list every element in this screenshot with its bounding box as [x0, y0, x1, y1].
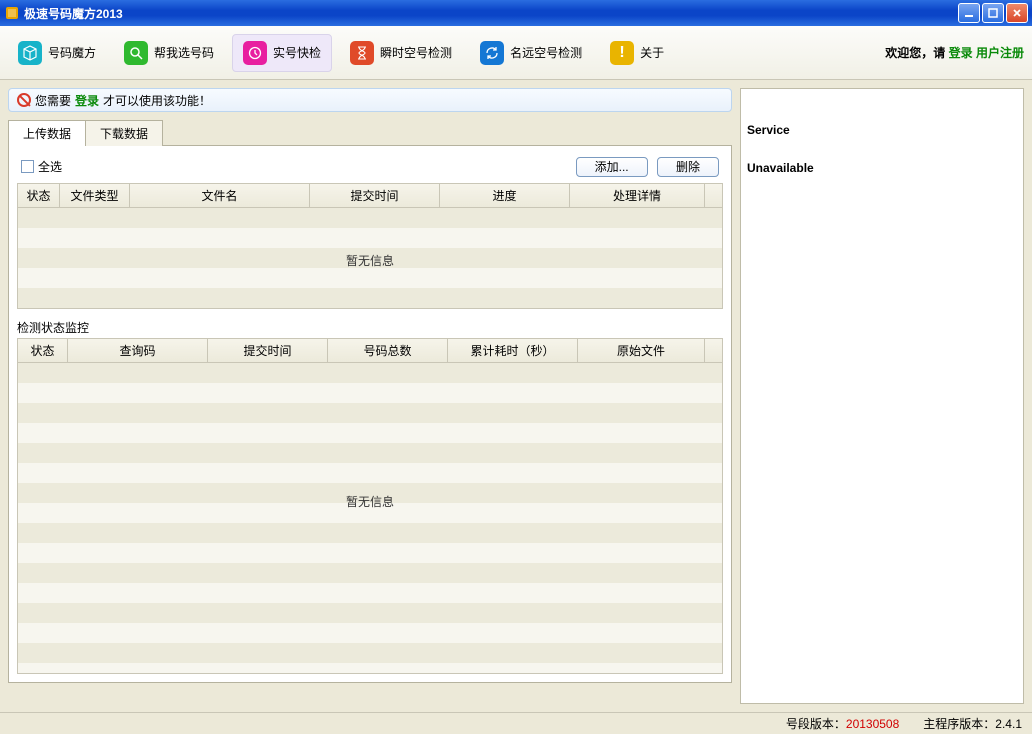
monitor-empty-message: 暂无信息: [18, 493, 722, 510]
col-progress[interactable]: 进度: [440, 184, 570, 207]
tool-label: 名远空号检测: [510, 44, 582, 61]
welcome-prefix: 欢迎您，请: [885, 46, 948, 60]
add-button[interactable]: 添加...: [576, 157, 648, 177]
tool-label: 帮我选号码: [154, 44, 214, 61]
tool-help-select[interactable]: 帮我选号码: [114, 34, 224, 72]
monitor-grid: 状态 查询码 提交时间 号码总数 累计耗时（秒） 原始文件 暂无信息: [17, 338, 723, 674]
register-link[interactable]: 用户注册: [976, 46, 1024, 60]
forbidden-icon: [17, 93, 31, 107]
info-icon: !: [610, 41, 634, 65]
main-toolbar: 号码魔方 帮我选号码 实号快检 瞬时空号检测 名远空号检测 ! 关于 欢迎您，请…: [0, 26, 1032, 80]
tab-download[interactable]: 下载数据: [85, 120, 163, 146]
notice-suffix: 才可以使用该功能！: [103, 92, 211, 109]
mcol-submit-time[interactable]: 提交时间: [208, 339, 328, 362]
app-icon: [4, 5, 20, 21]
side-panel: Service Unavailable: [740, 88, 1024, 704]
upload-grid: 状态 文件类型 文件名 提交时间 进度 处理详情 暂无信息: [17, 183, 723, 309]
upload-grid-body[interactable]: 暂无信息: [18, 208, 722, 308]
title-bar: 极速号码魔方2013: [0, 0, 1032, 26]
service-unavailable-heading: Service Unavailable: [747, 107, 1017, 183]
col-detail[interactable]: 处理详情: [570, 184, 705, 207]
close-button[interactable]: [1006, 3, 1028, 23]
col-filename[interactable]: 文件名: [130, 184, 310, 207]
mcol-source[interactable]: 原始文件: [578, 339, 705, 362]
tab-upload[interactable]: 上传数据: [8, 120, 86, 146]
delete-button[interactable]: 删除: [657, 157, 719, 177]
service-line2: Unavailable: [747, 161, 814, 175]
upload-empty-message: 暂无信息: [18, 252, 722, 269]
window-title: 极速号码魔方2013: [24, 5, 123, 22]
maximize-button[interactable]: [982, 3, 1004, 23]
tool-quick-check[interactable]: 实号快检: [232, 34, 332, 72]
app-version-value: 2.4.1: [995, 717, 1022, 731]
select-all-label: 全选: [38, 158, 62, 175]
monitor-grid-body[interactable]: 暂无信息: [18, 363, 722, 673]
window-controls: [958, 3, 1028, 23]
mcol-status[interactable]: 状态: [18, 339, 68, 362]
segment-version-value: 20130508: [846, 717, 899, 731]
notice-prefix: 您需要: [35, 92, 71, 109]
col-status[interactable]: 状态: [18, 184, 60, 207]
service-line1: Service: [747, 123, 790, 137]
mcol-query-code[interactable]: 查询码: [68, 339, 208, 362]
tool-number-cube[interactable]: 号码魔方: [8, 34, 106, 72]
login-link[interactable]: 登录: [949, 46, 973, 60]
col-submit-time[interactable]: 提交时间: [310, 184, 440, 207]
segment-version: 号段版本：20130508: [786, 715, 899, 732]
magnifier-icon: [124, 41, 148, 65]
app-version: 主程序版本：2.4.1: [923, 715, 1022, 732]
mcol-total[interactable]: 号码总数: [328, 339, 448, 362]
checkbox-box-icon: [21, 160, 34, 173]
cube-icon: [18, 41, 42, 65]
clock-icon: [243, 41, 267, 65]
tool-label: 瞬时空号检测: [380, 44, 452, 61]
minimize-button[interactable]: [958, 3, 980, 23]
tool-label: 实号快检: [273, 44, 321, 61]
login-notice: 您需要 登录 才可以使用该功能！: [8, 88, 732, 112]
col-filetype[interactable]: 文件类型: [60, 184, 130, 207]
app-version-label: 主程序版本：: [923, 717, 995, 731]
tool-about[interactable]: ! 关于: [600, 34, 674, 72]
tool-instant-empty-check[interactable]: 瞬时空号检测: [340, 34, 462, 72]
tool-label: 关于: [640, 44, 664, 61]
hourglass-icon: [350, 41, 374, 65]
welcome-text: 欢迎您，请 登录 用户注册: [885, 44, 1024, 61]
tool-label: 号码魔方: [48, 44, 96, 61]
monitor-title: 检测状态监控: [17, 319, 723, 336]
tool-remote-empty-check[interactable]: 名远空号检测: [470, 34, 592, 72]
upload-panel: 全选 添加... 删除 状态 文件类型 文件名 提交时间 进度 处理详情: [8, 145, 732, 683]
refresh-icon: [480, 41, 504, 65]
segment-version-label: 号段版本：: [786, 717, 846, 731]
notice-login-link[interactable]: 登录: [75, 92, 99, 109]
status-bar: 号段版本：20130508 主程序版本：2.4.1: [0, 712, 1032, 734]
select-all-checkbox[interactable]: 全选: [21, 158, 62, 175]
mcol-elapsed[interactable]: 累计耗时（秒）: [448, 339, 578, 362]
